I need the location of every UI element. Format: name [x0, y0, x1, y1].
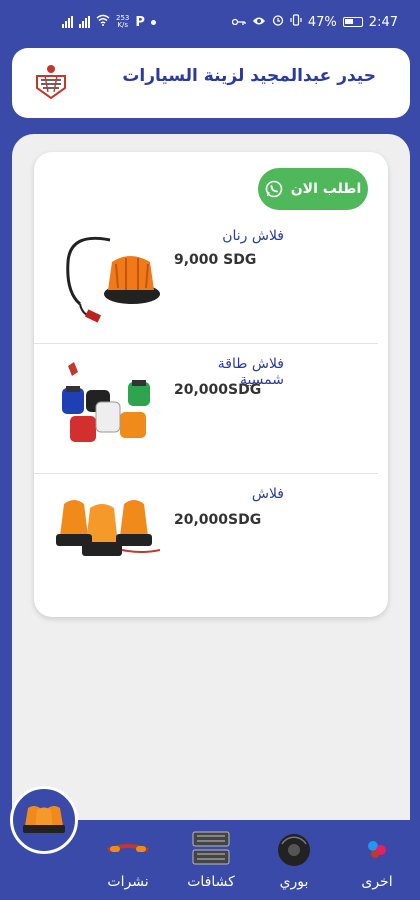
store-title: حيدر عبدالمجيد لزينة السيارات [122, 66, 376, 86]
nav-item-horn[interactable]: بوري [259, 828, 329, 900]
product-price: 20,000SDG [174, 382, 262, 398]
other-icon [353, 828, 401, 868]
product-image [50, 232, 160, 332]
signal-icon [79, 16, 90, 28]
product-card: اطلب الان فلاش رنان 9,000 SDG فلاش طاقة … [34, 152, 388, 617]
key-icon [231, 15, 246, 30]
status-right: 47% 2:47 [231, 14, 398, 30]
nav-label: نشرات [107, 874, 149, 890]
wifi-icon [96, 14, 110, 30]
order-now-button[interactable]: اطلب الان [258, 168, 368, 210]
vibrate-icon [290, 14, 302, 30]
network-speed: 253 K/s [116, 15, 129, 29]
whatsapp-icon [265, 180, 283, 198]
alarm-icon [272, 14, 284, 30]
order-now-label: اطلب الان [290, 181, 362, 197]
status-left: 253 K/s P [62, 14, 156, 30]
product-image [50, 358, 160, 458]
clock: 2:47 [368, 14, 398, 30]
list-item[interactable]: فلاش رنان 9,000 SDG [34, 214, 388, 344]
main-content: اطلب الان فلاش رنان 9,000 SDG فلاش طاقة … [12, 134, 410, 834]
notification-dot-icon [150, 19, 156, 25]
flash-beacon-icon [22, 800, 66, 840]
nav-label: كشافات [187, 874, 235, 890]
product-image [50, 484, 161, 584]
product-name: فلاش [251, 486, 284, 502]
battery-icon [342, 17, 363, 27]
eye-icon [252, 15, 266, 30]
p-indicator: P [135, 14, 145, 30]
status-bar: 253 K/s P 47% 2:47 [0, 0, 420, 44]
led-strip-icon [104, 828, 152, 868]
nav-label: اخرى [361, 874, 393, 890]
nav-item-strips[interactable]: نشرات [93, 828, 163, 900]
header-card: حيدر عبدالمجيد لزينة السيارات [12, 48, 410, 118]
battery-percent: 47% [307, 14, 337, 30]
network-speed-unit: K/s [117, 21, 128, 29]
product-price: 9,000 SDG [174, 252, 257, 268]
list-item[interactable]: فلاش 20,000SDG [34, 474, 388, 604]
nav-item-flash-active[interactable] [10, 786, 78, 854]
store-logo-icon [34, 62, 68, 102]
spotlight-icon [187, 828, 235, 868]
nav-item-spotlights[interactable]: كشافات [176, 828, 246, 900]
nav-item-other[interactable]: اخرى [342, 828, 412, 900]
product-name: فلاش رنان [222, 228, 284, 244]
list-item[interactable]: فلاش طاقة شمسية 20,000SDG [34, 344, 388, 474]
nav-label: بوري [279, 874, 309, 890]
horn-icon [270, 828, 318, 868]
sim-signal-icon [62, 16, 73, 28]
product-price: 20,000SDG [174, 512, 262, 528]
